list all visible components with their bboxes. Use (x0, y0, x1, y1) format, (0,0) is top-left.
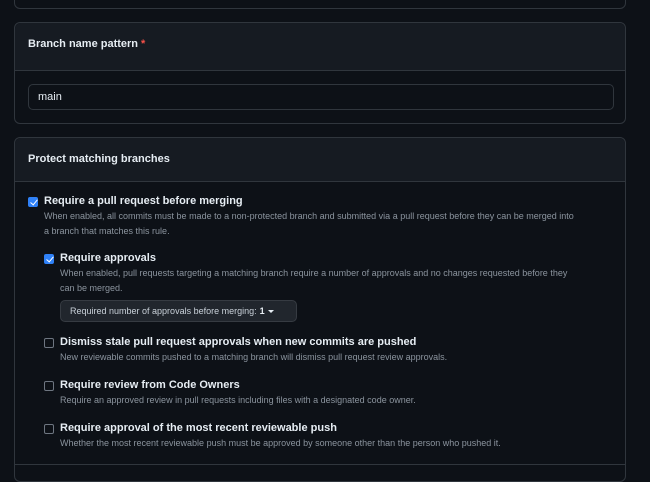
branch-name-pattern-panel: Branch name pattern * (14, 22, 626, 124)
require-code-owner-review-description: Require an approved review in pull reque… (60, 395, 416, 405)
required-approvals-select-label: Required number of approvals before merg… (70, 306, 257, 316)
require-pull-request-description-line2: a branch that matches this rule. (44, 226, 170, 236)
require-pull-request-description-line1: When enabled, all commits must be made t… (44, 211, 574, 221)
require-code-owner-review-checkbox[interactable] (44, 381, 54, 391)
required-indicator: * (141, 38, 146, 50)
require-approvals-label[interactable]: Require approvals (60, 252, 156, 264)
caret-down-icon (267, 310, 274, 314)
require-last-push-approval-label[interactable]: Require approval of the most recent revi… (60, 422, 337, 434)
require-approvals-description-line2: can be merged. (60, 283, 123, 293)
branch-name-pattern-title: Branch name pattern * (28, 38, 145, 50)
branch-name-pattern-input[interactable] (28, 84, 614, 110)
protect-matching-branches-header: Protect matching branches (15, 138, 625, 182)
section-divider (15, 464, 625, 465)
require-last-push-approval-description: Whether the most recent reviewable push … (60, 438, 501, 448)
require-approvals-checkbox[interactable] (44, 254, 54, 264)
dismiss-stale-approvals-label[interactable]: Dismiss stale pull request approvals whe… (60, 336, 416, 348)
dismiss-stale-approvals-description: New reviewable commits pushed to a match… (60, 352, 448, 362)
require-pull-request-label[interactable]: Require a pull request before merging (44, 195, 243, 207)
require-pull-request-checkbox[interactable] (28, 197, 38, 207)
required-approvals-select-value: 1 (259, 306, 265, 316)
previous-section-panel (14, 0, 626, 9)
require-approvals-description-line1: When enabled, pull requests targeting a … (60, 268, 568, 278)
required-approvals-select[interactable]: Required number of approvals before merg… (60, 300, 297, 322)
branch-name-pattern-label: Branch name pattern (28, 38, 139, 50)
dismiss-stale-approvals-checkbox[interactable] (44, 338, 54, 348)
require-last-push-approval-checkbox[interactable] (44, 424, 54, 434)
protect-matching-branches-title: Protect matching branches (28, 153, 170, 165)
branch-name-pattern-header: Branch name pattern * (15, 23, 625, 71)
require-code-owner-review-label[interactable]: Require review from Code Owners (60, 379, 240, 391)
